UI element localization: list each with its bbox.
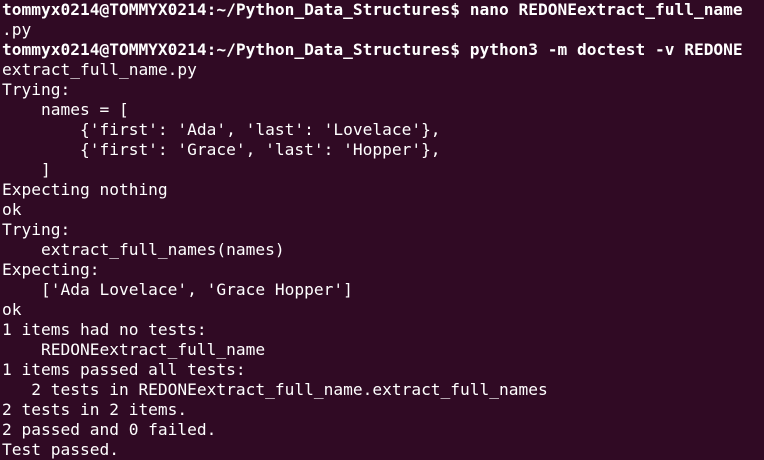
- terminal-output-line: ok: [2, 300, 22, 319]
- terminal-output-line: 1 items passed all tests:: [2, 360, 246, 379]
- terminal-output-line: Trying:: [2, 80, 71, 99]
- terminal-output-line: .py: [2, 20, 32, 39]
- terminal-output-line: extract_full_names(names): [2, 240, 285, 259]
- terminal-output-line: 2 passed and 0 failed.: [2, 420, 217, 439]
- terminal-command-line: tommyx0214@TOMMYX0214:~/Python_Data_Stru…: [2, 40, 743, 59]
- terminal-output-line: extract_full_name.py: [2, 60, 197, 79]
- terminal-output-line: ]: [2, 160, 51, 179]
- terminal-output-line: {'first': 'Ada', 'last': 'Lovelace'},: [2, 120, 441, 139]
- terminal-output-line: Test passed.: [2, 440, 119, 459]
- terminal-output-line: names = [: [2, 100, 129, 119]
- terminal-output-line: Expecting nothing: [2, 180, 168, 199]
- terminal-output-line: ok: [2, 200, 22, 219]
- terminal-output-line: Expecting:: [2, 260, 100, 279]
- terminal-command-line: tommyx0214@TOMMYX0214:~/Python_Data_Stru…: [2, 0, 743, 19]
- terminal-output-line: 1 items had no tests:: [2, 320, 207, 339]
- terminal-output-line: 2 tests in 2 items.: [2, 400, 188, 419]
- terminal-window[interactable]: tommyx0214@TOMMYX0214:~/Python_Data_Stru…: [0, 0, 764, 460]
- terminal-output-line: ['Ada Lovelace', 'Grace Hopper']: [2, 280, 353, 299]
- terminal-output-line: {'first': 'Grace', 'last': 'Hopper'},: [2, 140, 441, 159]
- terminal-output-line: 2 tests in REDONEextract_full_name.extra…: [2, 380, 548, 399]
- terminal-output-line: Trying:: [2, 220, 71, 239]
- terminal-output-line: REDONEextract_full_name: [2, 340, 266, 359]
